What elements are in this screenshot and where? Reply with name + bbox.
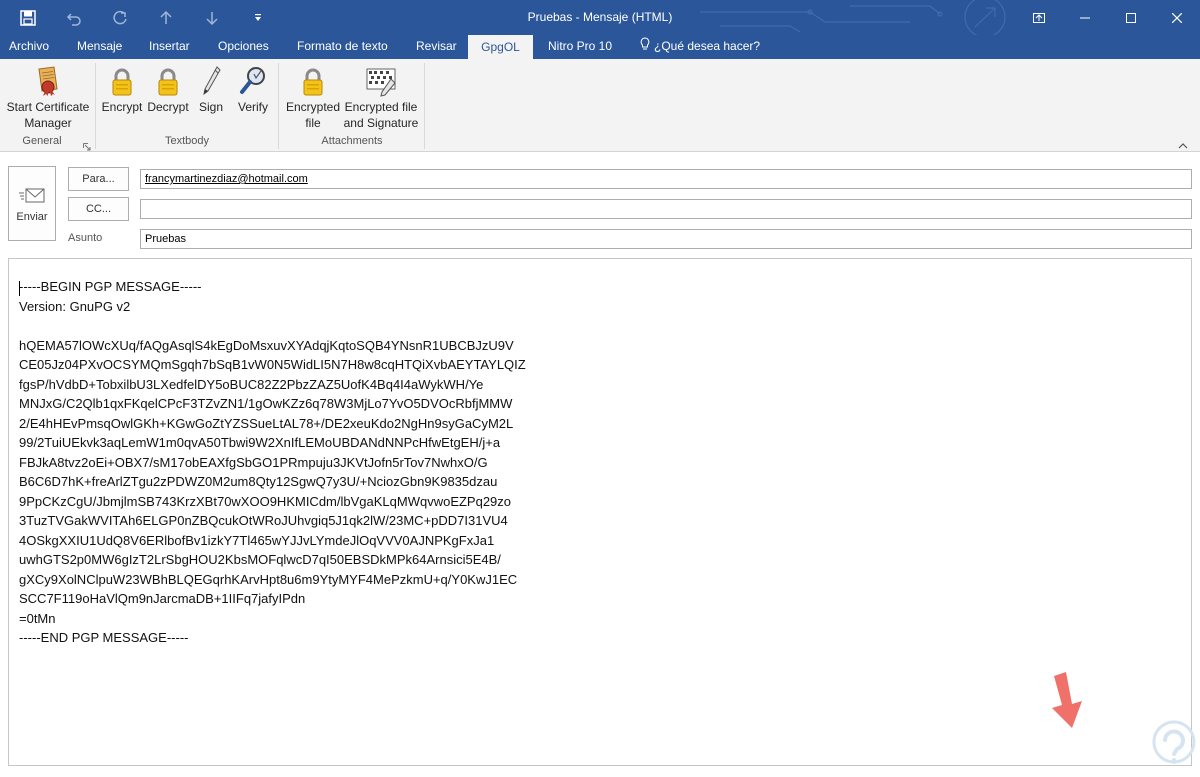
maximize-icon[interactable] <box>1108 0 1154 35</box>
encrypted-file-label-2: file <box>305 116 321 130</box>
subject-label: Asunto <box>68 232 103 244</box>
encrypted-signature-label-1: Encrypted file <box>344 100 418 114</box>
encrypt-label: Encrypt <box>101 100 143 114</box>
lock-icon <box>100 63 144 97</box>
close-icon[interactable] <box>1154 0 1200 35</box>
decrypt-label: Decrypt <box>147 100 189 114</box>
tell-me-label: ¿Qué desea hacer? <box>654 39 761 53</box>
group-label-general: General <box>22 135 62 147</box>
encrypted-file-and-signature-button[interactable]: Encrypted file and Signature <box>343 63 419 131</box>
to-field[interactable]: francymartinezdiaz@hotmail.com <box>140 169 1192 189</box>
unlock-icon <box>146 63 190 97</box>
send-button[interactable]: Enviar <box>8 166 56 241</box>
group-separator <box>424 63 425 149</box>
sign-label: Sign <box>198 100 224 114</box>
pen-icon <box>194 63 228 97</box>
tab-mensaje[interactable]: Mensaje <box>77 35 122 59</box>
encrypted-file-button[interactable]: Encrypted file <box>283 63 343 131</box>
cc-button[interactable]: CC... <box>68 197 129 221</box>
watermark-logo <box>1152 720 1196 777</box>
group-label-attachments: Attachments <box>321 135 383 147</box>
tab-nitro-pro[interactable]: Nitro Pro 10 <box>548 35 612 59</box>
annotation-arrow-icon <box>1040 672 1088 737</box>
ribbon-tab-bar: Archivo Mensaje Insertar Opciones Format… <box>0 35 1200 60</box>
ribbon: Start Certificate Manager General Encryp… <box>0 59 1200 152</box>
verify-label: Verify <box>237 100 268 114</box>
group-label-textbody: Textbody <box>164 135 210 147</box>
encrypt-button[interactable]: Encrypt <box>100 63 144 115</box>
pgp-message-text[interactable]: -----BEGIN PGP MESSAGE----- Version: Gnu… <box>19 277 526 648</box>
subject-field[interactable]: Pruebas <box>140 229 1192 249</box>
start-certificate-manager-button[interactable]: Start Certificate Manager <box>4 63 92 131</box>
cc-field[interactable] <box>140 199 1192 219</box>
send-envelope-icon <box>9 187 55 207</box>
message-body[interactable]: -----BEGIN PGP MESSAGE----- Version: Gnu… <box>8 258 1192 766</box>
lightbulb-icon <box>640 36 650 58</box>
to-button[interactable]: Para... <box>68 167 129 191</box>
certificate-manager-icon <box>4 63 92 97</box>
compose-area: Enviar Para... CC... Asunto francymartin… <box>0 152 1200 774</box>
tab-archivo[interactable]: Archivo <box>9 35 49 59</box>
magnifier-icon <box>234 63 272 97</box>
start-cert-label-2: Manager <box>24 116 72 130</box>
encrypted-file-label-1: Encrypted <box>285 100 341 114</box>
start-cert-label-1: Start Certificate <box>6 100 90 114</box>
signed-document-icon <box>343 63 419 97</box>
title-bar: Pruebas - Mensaje (HTML) <box>0 0 1200 35</box>
encrypted-signature-label-2: and Signature <box>343 116 419 130</box>
ribbon-display-options-icon[interactable] <box>1016 0 1062 35</box>
tab-insertar[interactable]: Insertar <box>149 35 190 59</box>
sign-button[interactable]: Sign <box>194 63 228 115</box>
tab-opciones[interactable]: Opciones <box>218 35 269 59</box>
decrypt-button[interactable]: Decrypt <box>146 63 190 115</box>
tab-gpgol[interactable]: GpgOL <box>468 35 533 60</box>
minimize-icon[interactable] <box>1062 0 1108 35</box>
tab-revisar[interactable]: Revisar <box>416 35 457 59</box>
recipient-email[interactable]: francymartinezdiaz@hotmail.com <box>145 173 308 185</box>
tab-tell-me[interactable]: ¿Qué desea hacer? <box>640 35 760 59</box>
lock-icon <box>283 63 343 97</box>
verify-button[interactable]: Verify <box>234 63 272 115</box>
group-separator <box>95 63 96 149</box>
group-separator <box>278 63 279 149</box>
send-label: Enviar <box>16 211 48 223</box>
tab-formato-de-texto[interactable]: Formato de texto <box>297 35 388 59</box>
